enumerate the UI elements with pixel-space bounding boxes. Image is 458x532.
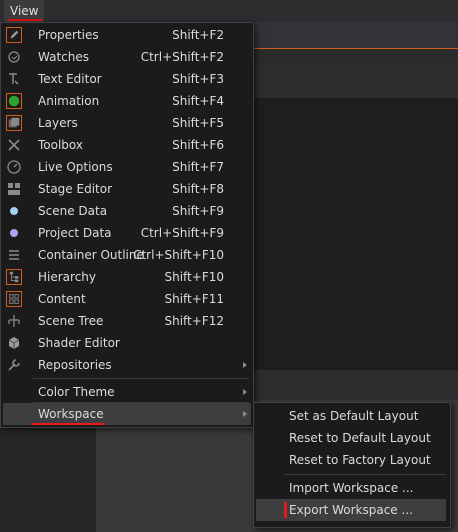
menu-item-label: Animation [38, 94, 100, 108]
menu-item-shortcut: Ctrl+Shift+F9 [140, 226, 224, 240]
content-grid-icon [6, 291, 22, 307]
menu-item-label: Shader Editor [38, 336, 120, 350]
menu-item-shortcut: Shift+F11 [164, 292, 224, 306]
hierarchy-icon [6, 269, 22, 285]
menu-item-toolbox[interactable]: Toolbox Shift+F6 [3, 134, 251, 156]
menu-item-label: Toolbox [38, 138, 83, 152]
menu-item-label: Properties [38, 28, 99, 42]
outline-list-icon [9, 250, 19, 260]
layers-icon [6, 115, 22, 131]
menu-item-label: Content [38, 292, 86, 306]
menu-item-color-theme[interactable]: Color Theme [3, 381, 251, 403]
menu-item-import-workspace[interactable]: Import Workspace ... [256, 477, 446, 499]
menu-item-shortcut: Shift+F3 [172, 72, 224, 86]
menu-item-label: Set as Default Layout [289, 409, 419, 423]
submenu-arrow-icon [243, 411, 247, 417]
stage-grid-icon [8, 183, 20, 195]
menu-item-scene-tree[interactable]: Scene Tree Shift+F12 [3, 310, 251, 332]
submenu-arrow-icon [243, 389, 247, 395]
shader-cube-icon [8, 337, 20, 349]
menu-item-hierarchy[interactable]: Hierarchy Shift+F10 [3, 266, 251, 288]
menu-view-label: View [10, 4, 39, 18]
submenu-arrow-icon [243, 362, 247, 368]
menu-item-set-default-layout[interactable]: Set as Default Layout [256, 405, 446, 427]
menu-item-shortcut: Shift+F12 [164, 314, 224, 328]
animation-icon [6, 93, 22, 109]
menu-item-shortcut: Shift+F10 [164, 270, 224, 284]
menu-item-label: Reset to Factory Layout [289, 453, 431, 467]
menu-item-label: Scene Tree [38, 314, 104, 328]
menu-item-animation[interactable]: Animation Shift+F4 [3, 90, 251, 112]
menu-item-label: Project Data [38, 226, 112, 240]
document-header [250, 22, 458, 49]
workspace-underline-marker [31, 423, 105, 425]
project-data-dot-icon [10, 229, 18, 237]
menu-item-layers[interactable]: Layers Shift+F5 [3, 112, 251, 134]
menu-item-live-options[interactable]: Live Options Shift+F7 [3, 156, 251, 178]
menu-item-shortcut: Ctrl+Shift+F2 [140, 50, 224, 64]
menu-item-label: Hierarchy [38, 270, 97, 284]
menu-item-label: Layers [38, 116, 78, 130]
menu-item-label: Container Outline [38, 248, 144, 262]
menu-item-shortcut: Shift+F4 [172, 94, 224, 108]
watch-icon [8, 51, 20, 63]
menu-item-shortcut: Shift+F8 [172, 182, 224, 196]
menu-item-container-outline[interactable]: Container Outline Ctrl+Shift+F10 [3, 244, 251, 266]
menu-item-label: Stage Editor [38, 182, 113, 196]
menu-bar: View [0, 0, 458, 22]
menu-item-content[interactable]: Content Shift+F11 [3, 288, 251, 310]
menu-item-watches[interactable]: Watches Ctrl+Shift+F2 [3, 46, 251, 68]
tools-icon [8, 139, 20, 151]
editor-canvas [250, 98, 458, 370]
menu-item-label: Color Theme [38, 385, 115, 399]
menu-item-repositories[interactable]: Repositories [3, 354, 251, 376]
menu-item-scene-data[interactable]: Scene Data Shift+F9 [3, 200, 251, 222]
view-menu: Properties Shift+F2 Watches Ctrl+Shift+F… [0, 22, 254, 428]
menu-item-shortcut: Shift+F9 [172, 204, 224, 218]
editor-toolbar [250, 64, 458, 154]
left-panel [0, 428, 96, 532]
menu-item-shader-editor[interactable]: Shader Editor [3, 332, 251, 354]
export-marker [284, 502, 287, 518]
gauge-icon [7, 160, 21, 174]
menu-item-text-editor[interactable]: Text Editor Shift+F3 [3, 68, 251, 90]
scene-tree-icon [8, 315, 20, 327]
menu-item-label: Export Workspace ... [289, 503, 413, 517]
pencil-icon [6, 27, 22, 43]
menu-item-export-workspace[interactable]: Export Workspace ... [256, 499, 446, 521]
menu-item-shortcut: Shift+F5 [172, 116, 224, 130]
menu-item-label: Live Options [38, 160, 113, 174]
menu-item-shortcut: Shift+F7 [172, 160, 224, 174]
menu-item-label: Reset to Default Layout [289, 431, 431, 445]
menu-separator [33, 378, 249, 379]
menu-item-workspace[interactable]: Workspace [3, 403, 251, 425]
menu-item-shortcut: Ctrl+Shift+F10 [133, 248, 224, 262]
menu-item-label: Workspace [38, 407, 104, 421]
menu-item-reset-factory-layout[interactable]: Reset to Factory Layout [256, 449, 446, 471]
menu-item-label: Repositories [38, 358, 112, 372]
menu-separator [284, 474, 446, 475]
menu-view-underline [8, 19, 43, 21]
menu-item-properties[interactable]: Properties Shift+F2 [3, 24, 251, 46]
menu-item-shortcut: Shift+F6 [172, 138, 224, 152]
workspace-submenu: Set as Default Layout Reset to Default L… [253, 402, 451, 528]
scene-data-dot-icon [10, 207, 18, 215]
menu-item-shortcut: Shift+F2 [172, 28, 224, 42]
menu-view[interactable]: View [4, 0, 45, 22]
menu-item-label: Import Workspace ... [289, 481, 414, 495]
menu-item-reset-default-layout[interactable]: Reset to Default Layout [256, 427, 446, 449]
menu-item-project-data[interactable]: Project Data Ctrl+Shift+F9 [3, 222, 251, 244]
menu-item-label: Scene Data [38, 204, 108, 218]
menu-item-label: Watches [38, 50, 89, 64]
wrench-icon [8, 359, 20, 371]
menu-item-stage-editor[interactable]: Stage Editor Shift+F8 [3, 178, 251, 200]
text-tool-icon [9, 73, 19, 85]
menu-item-label: Text Editor [38, 72, 102, 86]
